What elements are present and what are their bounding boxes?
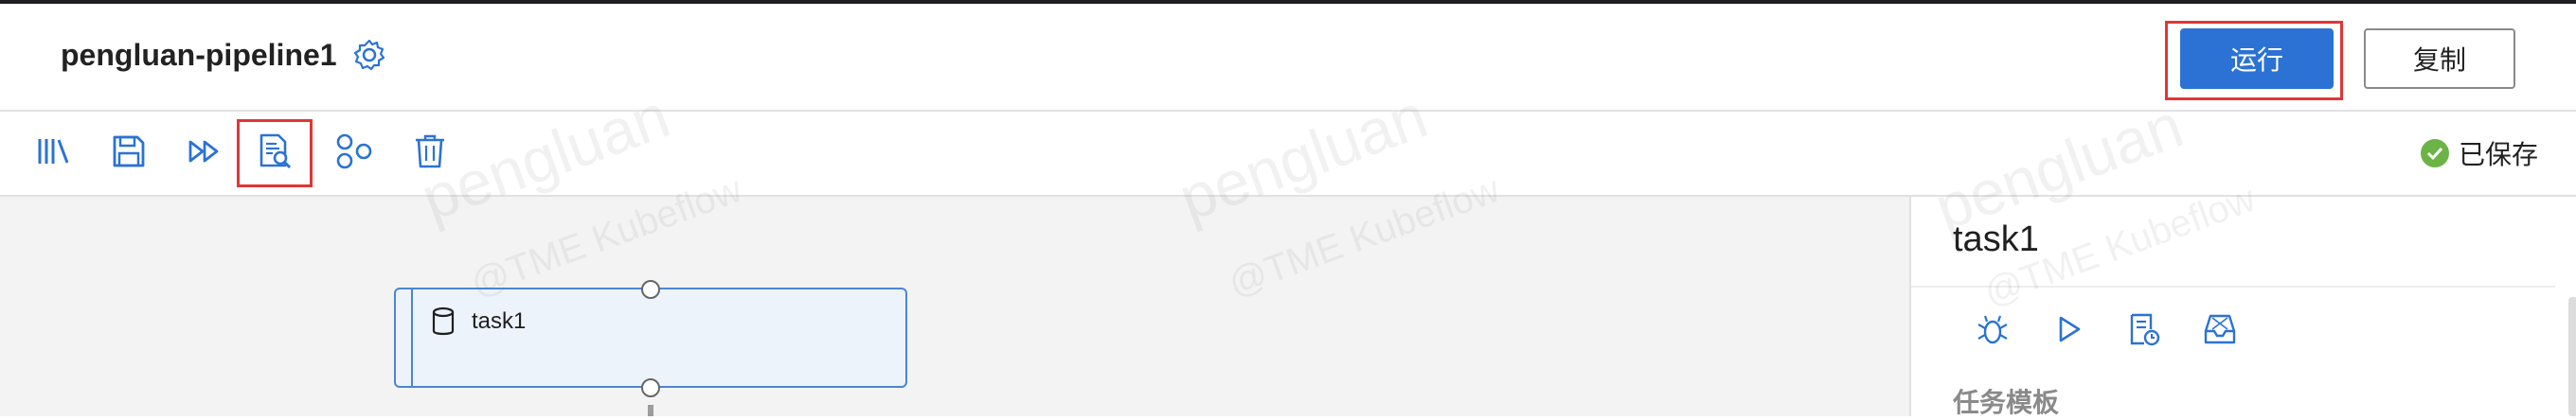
document-search-icon[interactable] (254, 131, 295, 172)
inbox-icon[interactable] (2201, 310, 2239, 348)
task-properties-panel: task1 任务模板 pengluan @TME Kubeflow (1909, 90, 2576, 418)
check-circle-icon (2420, 139, 2449, 167)
page-header: pengluan-pipeline1 运行 复制 (0, 4, 2576, 112)
node-accent-bar (411, 289, 413, 386)
log-schedule-icon[interactable] (2125, 310, 2163, 348)
node-output-port[interactable] (641, 378, 660, 397)
panel-scrollbar[interactable] (2568, 297, 2576, 416)
delete-icon[interactable] (409, 131, 451, 172)
panel-title: task1 (1953, 219, 2039, 259)
task-template-heading: 任务模板 (1953, 387, 2060, 418)
pipeline-title: pengluan-pipeline1 (61, 38, 337, 72)
pipeline-toolbar: 已保存 (0, 112, 2576, 197)
save-icon[interactable] (108, 131, 150, 172)
node-label: task1 (472, 308, 527, 334)
play-icon[interactable] (2049, 310, 2087, 348)
components-icon[interactable] (333, 131, 375, 172)
save-status: 已保存 (2420, 136, 2538, 170)
copy-button[interactable]: 复制 (2364, 28, 2515, 89)
panel-divider (1911, 286, 2555, 288)
pipeline-node[interactable]: task1 (394, 288, 907, 388)
run-button[interactable]: 运行 (2180, 28, 2334, 89)
database-icon (432, 306, 455, 336)
pipeline-canvas[interactable]: task1 pengluan @TME Kubeflow pengluan @T… (0, 80, 1909, 416)
library-icon[interactable] (32, 131, 74, 172)
node-edge (648, 405, 653, 416)
node-input-port[interactable] (641, 280, 660, 299)
fast-forward-icon[interactable] (184, 131, 225, 172)
save-status-label: 已保存 (2458, 139, 2538, 170)
debug-icon[interactable] (1974, 310, 2012, 348)
gear-icon[interactable] (352, 38, 386, 72)
